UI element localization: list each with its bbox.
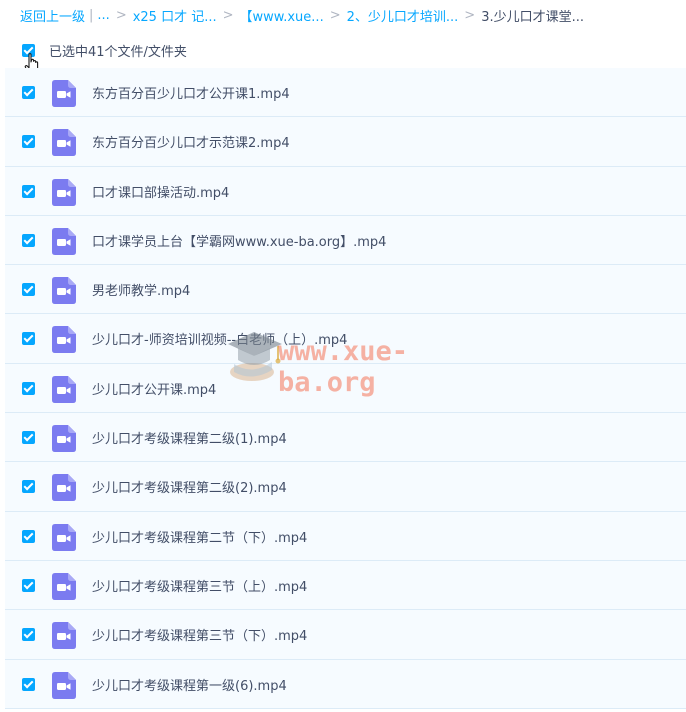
file-checkbox[interactable]	[22, 628, 35, 642]
file-checkbox[interactable]	[22, 233, 35, 247]
video-file-icon	[52, 178, 76, 206]
video-file-icon	[52, 523, 76, 551]
file-row[interactable]: 东方百分百少儿口才示范课2.mp4	[5, 117, 686, 167]
breadcrumb-separator: >	[222, 7, 234, 23]
file-row[interactable]: 少儿口才公开课.mp4	[5, 363, 686, 414]
file-name[interactable]: 男老师教学.mp4	[92, 280, 190, 299]
file-name[interactable]: 少儿口才考级课程第一级(6).mp4	[92, 675, 287, 694]
file-row[interactable]: 少儿口才考级课程第一级(6).mp4	[5, 659, 686, 709]
file-list: 东方百分百少儿口才公开课1.mp4 东方百分百少儿口才示范课2.mp4 口才课口…	[5, 68, 686, 709]
video-file-icon	[52, 572, 76, 600]
video-file-icon	[52, 277, 76, 305]
breadcrumb-item-2[interactable]: 【www.xue...	[240, 6, 324, 25]
selection-count-label: 已选中41个文件/文件夹	[49, 45, 187, 60]
file-checkbox[interactable]	[22, 332, 35, 346]
breadcrumb-item-1[interactable]: x25 口才 记...	[133, 6, 217, 25]
video-file-icon	[52, 474, 76, 502]
video-file-icon	[52, 129, 76, 157]
file-checkbox[interactable]	[22, 529, 35, 543]
video-file-icon	[52, 375, 76, 403]
breadcrumb-separator: >	[464, 7, 476, 23]
file-checkbox[interactable]	[22, 86, 35, 99]
file-checkbox[interactable]	[22, 480, 35, 494]
file-row[interactable]: 口才课学员上台【学霸网www.xue-ba.org】.mp4	[5, 215, 686, 266]
file-name[interactable]: 口才课口部操活动.mp4	[92, 182, 229, 201]
select-all-bar: 已选中41个文件/文件夹	[22, 41, 187, 60]
video-file-icon	[52, 425, 76, 453]
breadcrumb-ellipsis[interactable]: ...	[97, 8, 109, 23]
video-file-icon	[52, 80, 76, 107]
file-row[interactable]: 少儿口才考级课程第二级(2).mp4	[5, 462, 686, 512]
file-row[interactable]: 东方百分百少儿口才公开课1.mp4	[5, 68, 686, 118]
file-checkbox[interactable]	[22, 184, 35, 198]
file-checkbox[interactable]	[22, 431, 35, 445]
file-name[interactable]: 少儿口才考级课程第二级(2).mp4	[92, 477, 287, 496]
breadcrumb-separator: >	[115, 7, 127, 23]
file-checkbox[interactable]	[22, 135, 35, 149]
video-file-icon	[52, 227, 76, 255]
file-name[interactable]: 少儿口才考级课程第三节（下）.mp4	[92, 625, 307, 644]
file-row[interactable]: 少儿口才-师资培训视频--白老师（上）.mp4	[5, 314, 686, 364]
video-file-icon	[52, 326, 76, 354]
breadcrumb-item-3[interactable]: 2、少儿口才培训...	[347, 6, 459, 25]
file-name[interactable]: 少儿口才公开课.mp4	[92, 379, 216, 398]
breadcrumb-current: 3.少儿口才课堂...	[481, 9, 584, 25]
file-name[interactable]: 少儿口才考级课程第二级(1).mp4	[92, 428, 287, 447]
file-name[interactable]: 东方百分百少儿口才示范课2.mp4	[92, 132, 290, 151]
file-checkbox[interactable]	[22, 381, 35, 395]
file-row[interactable]: 少儿口才考级课程第三节（上）.mp4	[5, 560, 686, 611]
video-file-icon	[52, 671, 76, 699]
breadcrumb-pipe: |	[89, 7, 94, 23]
file-checkbox[interactable]	[22, 578, 35, 592]
file-name[interactable]: 东方百分百少儿口才公开课1.mp4	[92, 83, 290, 102]
file-row[interactable]: 少儿口才考级课程第二节（下）.mp4	[5, 511, 686, 561]
file-checkbox[interactable]	[22, 677, 35, 691]
back-link[interactable]: 返回上一级	[20, 6, 85, 25]
video-file-icon	[52, 622, 76, 650]
file-name[interactable]: 少儿口才考级课程第三节（上）.mp4	[92, 576, 307, 595]
file-checkbox[interactable]	[22, 283, 35, 297]
file-row[interactable]: 口才课口部操活动.mp4	[5, 166, 686, 216]
file-name[interactable]: 少儿口才-师资培训视频--白老师（上）.mp4	[92, 329, 347, 348]
file-name[interactable]: 少儿口才考级课程第二节（下）.mp4	[92, 527, 307, 546]
file-row[interactable]: 男老师教学.mp4	[5, 265, 686, 315]
breadcrumb: 返回上一级 | ... > x25 口才 记... > 【www.xue... …	[20, 6, 584, 25]
file-row[interactable]: 少儿口才考级课程第二级(1).mp4	[5, 413, 686, 463]
file-name[interactable]: 口才课学员上台【学霸网www.xue-ba.org】.mp4	[92, 231, 386, 250]
breadcrumb-separator: >	[329, 7, 341, 23]
file-row[interactable]: 少儿口才考级课程第三节（下）.mp4	[5, 610, 686, 660]
